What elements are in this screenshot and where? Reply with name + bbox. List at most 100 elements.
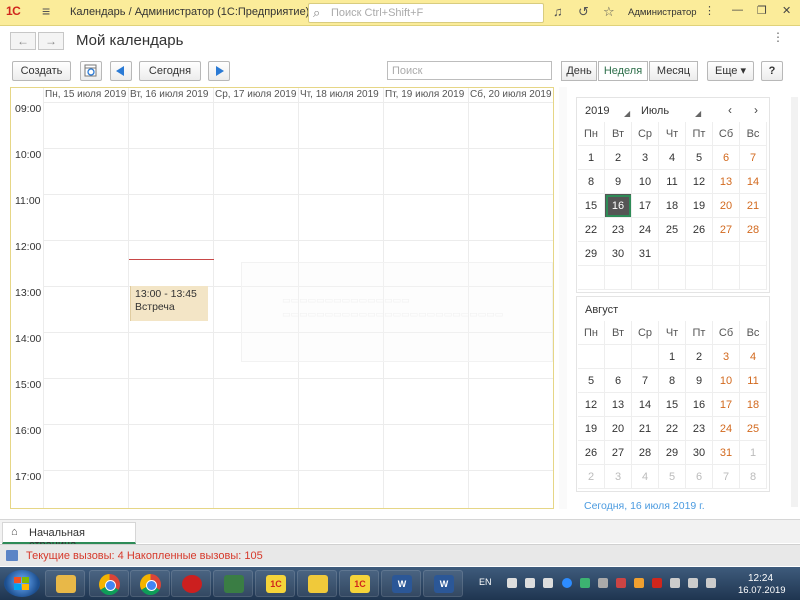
kaspersky-icon[interactable] — [652, 578, 662, 588]
day-cell[interactable]: 15 — [659, 393, 686, 417]
taskbar-word-1[interactable]: W — [381, 570, 421, 597]
day-cell[interactable]: 30 — [686, 441, 713, 465]
day-cell[interactable]: 16 — [686, 393, 713, 417]
day-cell[interactable]: 27 — [605, 441, 632, 465]
day-cell[interactable]: 7 — [632, 369, 659, 393]
minimize-icon[interactable]: — — [732, 4, 743, 16]
day-cell[interactable]: 5 — [659, 465, 686, 489]
day-cell[interactable]: 4 — [632, 465, 659, 489]
day-cell[interactable]: 8 — [740, 465, 767, 489]
day-cell[interactable]: 19 — [578, 417, 605, 441]
taskbar-explorer[interactable] — [45, 570, 85, 597]
notifications-icon[interactable]: ♫ — [553, 4, 563, 19]
day-cell[interactable]: 28 — [632, 441, 659, 465]
mini-calendar-august[interactable]: Август Пн Вт Ср Чт Пт Сб Вс 1 2 3 4 5 6 7 8 9 10 11 12 13 14… — [576, 296, 770, 492]
day-cell[interactable]: 11 — [740, 369, 767, 393]
day-cell[interactable]: 6 — [605, 369, 632, 393]
close-icon[interactable]: ✕ — [782, 4, 791, 17]
day-cell[interactable]: 6 — [686, 465, 713, 489]
day-cell[interactable]: 23 — [686, 417, 713, 441]
day-cell[interactable]: 22 — [578, 218, 605, 242]
year-select[interactable]: 2019 — [585, 105, 609, 117]
day-cell[interactable]: 25 — [659, 218, 686, 242]
calendar-scrollbar[interactable] — [559, 87, 567, 509]
week-calendar[interactable]: Пн, 15 июля 2019 Вт, 16 июля 2019 Ср, 17… — [10, 87, 554, 509]
create-button[interactable]: Создать — [12, 61, 71, 81]
taskbar-chrome-2[interactable] — [130, 570, 170, 597]
record-icon[interactable] — [543, 578, 553, 588]
tray-app-icon[interactable] — [616, 578, 626, 588]
form-menu-icon[interactable]: ⋮ — [772, 30, 784, 44]
day-cell[interactable]: 17 — [632, 194, 659, 218]
pick-date-button[interactable] — [80, 61, 102, 81]
day-cell[interactable]: 1 — [740, 441, 767, 465]
day-cell[interactable]: 26 — [686, 218, 713, 242]
day-cell[interactable]: 5 — [578, 369, 605, 393]
language-indicator[interactable]: EN — [479, 577, 492, 587]
window-settings-icon[interactable]: ⋮ — [704, 4, 715, 17]
day-cell[interactable]: 7 — [713, 465, 740, 489]
day-cell[interactable]: 3 — [632, 146, 659, 170]
day-cell[interactable]: 18 — [659, 194, 686, 218]
day-cell[interactable]: 20 — [605, 417, 632, 441]
start-button[interactable] — [4, 570, 40, 597]
stop-icon[interactable] — [507, 578, 517, 588]
taskbar-pencil-app[interactable] — [297, 570, 337, 597]
prev-month-button[interactable]: ‹ — [728, 103, 732, 117]
mini-calendar-july[interactable]: 2019 ◢ Июль ◢ ‹ › Пн Вт Ср Чт Пт Сб Вс 1 2 3 4 5 6 7 8… — [576, 97, 770, 293]
next-month-button[interactable]: › — [754, 103, 758, 117]
day-cell[interactable]: 30 — [605, 242, 632, 266]
flag-icon[interactable] — [670, 578, 680, 588]
day-cell[interactable]: 3 — [605, 465, 632, 489]
calendar-event[interactable]: 13:00 - 13:45 Встреча — [130, 286, 208, 321]
day-cell[interactable]: 19 — [686, 194, 713, 218]
restore-icon[interactable]: ❐ — [757, 4, 767, 17]
app-logo[interactable]: 1С — [6, 4, 21, 18]
back-button[interactable]: ← — [10, 32, 36, 50]
day-cell[interactable]: 10 — [632, 170, 659, 194]
day-cell[interactable]: 5 — [686, 146, 713, 170]
day-cell[interactable]: 18 — [740, 393, 767, 417]
month-select[interactable]: Июль — [641, 105, 669, 117]
day-cell[interactable]: 22 — [659, 417, 686, 441]
today-link[interactable]: Сегодня, 16 июля 2019 г. — [584, 500, 705, 512]
more-button[interactable]: Еще ▾ — [707, 61, 754, 81]
taskbar-chrome-1[interactable] — [89, 570, 129, 597]
day-cell[interactable]: 25 — [740, 417, 767, 441]
search-input[interactable]: Поиск — [387, 61, 552, 80]
day-cell[interactable]: 17 — [713, 393, 740, 417]
day-cell[interactable]: 1 — [578, 146, 605, 170]
home-page-tab[interactable]: ⌂ Начальная страница — [2, 522, 136, 551]
day-cell[interactable]: 29 — [578, 242, 605, 266]
taskbar-word-2[interactable]: W — [423, 570, 463, 597]
view-month-button[interactable]: Месяц — [649, 61, 698, 81]
day-cell[interactable]: 27 — [713, 218, 740, 242]
previous-period-button[interactable] — [110, 61, 132, 81]
taskbar-1c-1[interactable]: 1С — [255, 570, 295, 597]
help-button[interactable]: ? — [761, 61, 783, 81]
day-cell[interactable]: 4 — [740, 345, 767, 369]
day-cell[interactable]: 8 — [578, 170, 605, 194]
year-dropdown-icon[interactable]: ◢ — [624, 109, 630, 118]
pause-icon[interactable] — [525, 578, 535, 588]
current-user[interactable]: Администратор — [628, 7, 697, 18]
day-cell[interactable]: 16 — [605, 194, 632, 218]
day-cell[interactable]: 2 — [686, 345, 713, 369]
tray-app-icon[interactable] — [634, 578, 644, 588]
today-button[interactable]: Сегодня — [139, 61, 201, 81]
day-cell[interactable]: 14 — [740, 170, 767, 194]
day-cell[interactable]: 24 — [713, 417, 740, 441]
day-cell[interactable]: 14 — [632, 393, 659, 417]
tray-app-icon[interactable] — [580, 578, 590, 588]
day-cell[interactable]: 13 — [605, 393, 632, 417]
network-icon[interactable] — [688, 578, 698, 588]
day-cell[interactable]: 23 — [605, 218, 632, 242]
day-cell[interactable]: 2 — [605, 146, 632, 170]
day-cell[interactable]: 1 — [659, 345, 686, 369]
day-cell[interactable]: 24 — [632, 218, 659, 242]
day-cell[interactable]: 31 — [632, 242, 659, 266]
day-cell[interactable]: 26 — [578, 441, 605, 465]
main-menu-icon[interactable]: ≡ — [42, 3, 50, 19]
taskbar-1c-2[interactable]: 1С — [339, 570, 379, 597]
view-day-button[interactable]: День — [561, 61, 597, 81]
